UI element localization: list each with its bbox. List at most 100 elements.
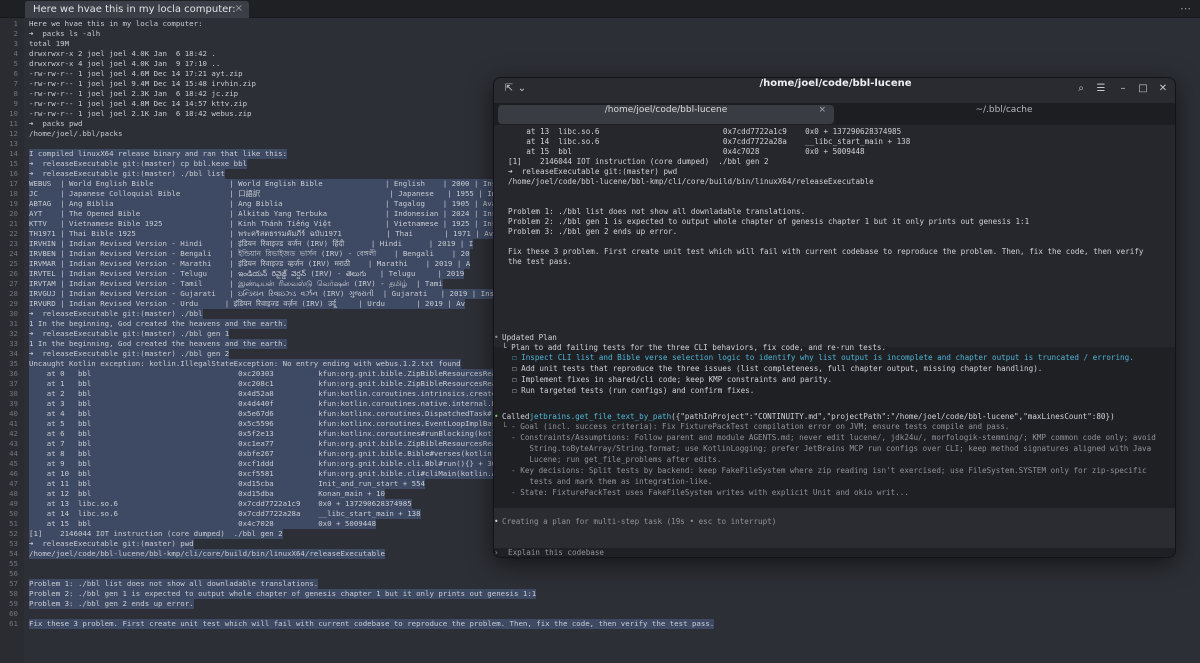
search-icon[interactable]: ⌕ xyxy=(1074,83,1088,98)
line-number: 55 xyxy=(9,559,18,568)
line-number: 60 xyxy=(9,609,18,618)
text-span: ☐ Inspect CLI list and Bible verse selec… xyxy=(512,353,1134,362)
text-span: String.toByteArray/String.format; use Ko… xyxy=(502,444,1152,453)
line-text: at 2 bbl 0x4d52a8 kfun:kotlin.coroutines… xyxy=(29,389,528,399)
line-text: ➜ releaseExecutable git:(master) cp bbl.… xyxy=(29,159,248,169)
plan-item: ☐ Implement fixes in shared/cli code; ke… xyxy=(512,375,832,385)
more-icon[interactable]: ⋯ xyxy=(1180,2,1191,15)
line-number: 46 xyxy=(9,469,18,478)
plan-item: ☐ Inspect CLI list and Bible verse selec… xyxy=(512,353,1134,363)
line-text: /home/joel/.bbl/packs xyxy=(29,129,123,138)
line-text: IRVURD | Indian Revised Version - Urdu |… xyxy=(29,299,466,309)
tab-bbl-cache[interactable]: ~/.bbl/cache xyxy=(836,105,1172,124)
tool-result-line: └ - Goal (incl. success criteria): Fix F… xyxy=(502,422,1009,432)
line-text: ➜ releaseExecutable git:(master) ./bbl g… xyxy=(29,349,230,359)
input-placeholder[interactable]: Explain this codebase xyxy=(508,548,604,557)
text-span: Problem 2: ./bbl gen 1 is expected to ou… xyxy=(508,217,1030,226)
prompt-line: at 14 libc.so.6 0x7cdd7722a28a __libc_st… xyxy=(508,137,910,147)
prompt-line: at 13 libc.so.6 0x7cdd7722a1c9 0x0 + 137… xyxy=(508,127,901,137)
text-span: Problem 1: ./bbl list does not show all … xyxy=(508,207,806,216)
line-number: 32 xyxy=(9,329,18,338)
tab-bbl-lucene[interactable]: /home/joel/code/bbl-lucene × xyxy=(498,105,834,124)
line-text: total 19M xyxy=(29,39,70,48)
line-number: 33 xyxy=(9,339,18,348)
line-number: 16 xyxy=(9,169,18,178)
close-icon[interactable]: × xyxy=(818,105,826,115)
line-number: 5 xyxy=(13,59,18,68)
line-text: AYT | The Opened Bible | Alkitab Yang Te… xyxy=(29,209,501,219)
text-span: Fix these 3 problem. First create unit t… xyxy=(508,247,1144,256)
editor-tab-bar: Here we hvae this in my locla computer: … xyxy=(0,0,1200,18)
text-span: - Constraints/Assumptions: Follow parent… xyxy=(502,433,1156,442)
chat-input-box[interactable] xyxy=(494,508,1175,548)
line-text: at 3 bbl 0x4d440f kfun:kotlin.coroutines… xyxy=(29,399,528,409)
bullet-icon: • xyxy=(494,517,499,526)
line-text: ABTAG | Ang Biblia | Ang Biblia | Tagalo… xyxy=(29,199,501,209)
prompt-line: ➜ releaseExecutable git:(master) pwd xyxy=(508,167,677,177)
line-number: 56 xyxy=(9,569,18,578)
close-window-icon[interactable]: ✕ xyxy=(1156,83,1170,98)
plan-item: ☐ Add unit tests that reproduce the thre… xyxy=(512,364,1042,374)
line-text: [1] 2146044 IOT instruction (core dumped… xyxy=(29,529,283,539)
line-number: 45 xyxy=(9,459,18,468)
line-text: at 10 bbl 0xcf5581 kfun:org.gnit.bible.c… xyxy=(29,469,523,479)
line-number: 29 xyxy=(9,299,18,308)
editor-line: 3 total 19M xyxy=(0,39,1200,49)
line-text: IRVHIN | Indian Revised Version - Hindi … xyxy=(29,239,474,249)
line-number: 26 xyxy=(9,269,18,278)
line-number: 41 xyxy=(9,419,18,428)
line-text: at 15 bbl 0x4c7028 0x0 + 5009448 xyxy=(29,519,377,529)
tool-result-line: - State: FixturePackTest uses FakeFileSy… xyxy=(502,488,909,498)
line-number: 37 xyxy=(9,379,18,388)
line-number: 10 xyxy=(9,109,18,118)
line-text: ➜ releaseExecutable git:(master) ./bbl g… xyxy=(29,329,230,339)
line-number: 48 xyxy=(9,489,18,498)
line-number: 8 xyxy=(13,89,18,98)
tool-bullet: • xyxy=(494,412,499,422)
line-number: 47 xyxy=(9,479,18,488)
prompt-line: Fix these 3 problem. First create unit t… xyxy=(508,247,1143,257)
line-text: Problem 2: ./bbl gen 1 is expected to ou… xyxy=(29,589,537,599)
editor-line: 2 ➜ packs ls -alh xyxy=(0,29,1200,39)
text-span: Updated Plan xyxy=(502,333,557,342)
line-text: Problem 1: ./bbl list does not show all … xyxy=(29,579,319,589)
line-number: 43 xyxy=(9,439,18,448)
line-number: 57 xyxy=(9,579,18,588)
called-function: jetbrains.get_file_text_by_path xyxy=(529,412,672,421)
line-text: drwxrwxr-x 2 joel joel 4.0K Jan 6 18:42 … xyxy=(29,49,216,58)
line-number: 22 xyxy=(9,229,18,238)
line-number: 51 xyxy=(9,519,18,528)
line-text: ➜ releaseExecutable git:(master) pwd xyxy=(29,539,194,549)
prompt-chevron-icon: › xyxy=(494,548,499,557)
editor-tab[interactable]: Here we hvae this in my locla computer: … xyxy=(25,1,249,18)
line-number: 28 xyxy=(9,289,18,298)
line-text: IRVTEL | Indian Revised Version - Telugu… xyxy=(29,269,465,279)
status-line: Creating a plan for multi-step task (19s… xyxy=(502,517,776,527)
maximize-icon[interactable]: □ xyxy=(1136,83,1150,98)
line-text: 1 In the beginning, God created the heav… xyxy=(29,339,288,349)
line-text: at 11 bbl 0xd15cba Init_and_run_start + … xyxy=(29,479,426,489)
text-span: the test pass. xyxy=(508,257,573,266)
line-number: 54 xyxy=(9,549,18,558)
line-number: 52 xyxy=(9,529,18,538)
tab-label: ~/.bbl/cache xyxy=(975,105,1033,115)
line-text: at 9 bbl 0xcf1ddd kfun:org.gnit.bible.cl… xyxy=(29,459,506,469)
line-text: ➜ packs ls -alh xyxy=(29,29,101,38)
close-icon[interactable]: × xyxy=(235,3,243,14)
terminal-output[interactable]: at 13 libc.so.6 0x7cdd7722a1c9 0x0 + 137… xyxy=(494,125,1175,557)
line-text: at 14 libc.so.6 0x7cdd7722a28a __libc_st… xyxy=(29,509,421,519)
called-args: ({"pathInProject":"CONTINUITY.md","proje… xyxy=(671,412,1115,421)
line-number: 61 xyxy=(9,619,18,628)
line-text: IRVGUJ | Indian Revised Version - Gujara… xyxy=(29,289,495,299)
line-text: at 0 bbl 0xc20303 kfun:org.gnit.bible.Zi… xyxy=(29,369,528,379)
text-span: ☐ Add unit tests that reproduce the thre… xyxy=(512,364,1043,373)
line-text: at 7 bbl 0xc1ea77 kfun:org.gnit.bible.Zi… xyxy=(29,439,528,449)
line-number: 49 xyxy=(9,499,18,508)
line-number: 23 xyxy=(9,239,18,248)
minimize-icon[interactable]: – xyxy=(1116,83,1130,98)
line-text: KTTV | Vietnamese Bible 1925 | Kinh Thán… xyxy=(29,219,501,229)
menu-icon[interactable]: ☰ xyxy=(1094,83,1108,98)
line-number: 3 xyxy=(13,39,18,48)
prompt-line: Problem 1: ./bbl list does not show all … xyxy=(508,207,805,217)
text-span: [1] 2146044 IOT instruction (core dumped… xyxy=(508,157,769,166)
